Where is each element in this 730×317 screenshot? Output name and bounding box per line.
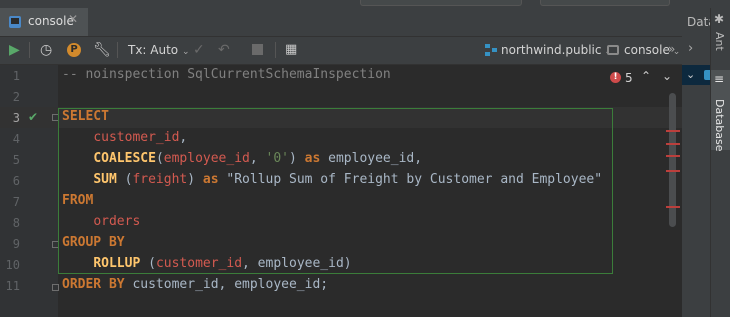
table-identifier: orders <box>93 214 141 229</box>
line-number: 6 <box>12 174 20 188</box>
code-line-1: -- noinspection SqlCurrentSchemaInspecti… <box>62 67 391 82</box>
error-stripe-marker[interactable] <box>666 143 680 145</box>
keyword-as: as <box>202 172 219 187</box>
line-number: 8 <box>12 216 20 230</box>
code-line-3: SELECT <box>62 109 109 124</box>
navigation-field[interactable] <box>360 0 522 6</box>
history-icon[interactable]: ◷ <box>40 42 52 58</box>
punctuation: ( <box>155 151 164 166</box>
line-number: 3 <box>12 111 20 125</box>
statement-executed-check-icon: ✔ <box>28 110 39 124</box>
tab-close-icon[interactable]: ✕ <box>68 12 78 26</box>
chevron-down-icon: ⌄ <box>181 47 190 57</box>
code-line-11: ORDER BY customer_id, employee_id; <box>62 277 328 292</box>
inspection-count[interactable]: 5 <box>625 71 633 85</box>
toolbar-divider <box>275 42 276 58</box>
string-literal: '0' <box>265 151 289 166</box>
more-actions-icon[interactable]: » <box>668 42 675 56</box>
column-identifier: customer_id <box>93 130 180 145</box>
error-stripe-marker[interactable] <box>666 206 680 208</box>
editor-tab-bar <box>0 8 682 37</box>
toolbar-divider <box>117 42 118 58</box>
code-line-7: FROM <box>62 193 93 208</box>
code-line-9: GROUP BY <box>62 235 125 250</box>
transaction-mode-dropdown[interactable]: Tx: Auto ⌄ <box>128 43 190 57</box>
punctuation: , employee_id) <box>242 256 352 271</box>
schema-label: northwind.public <box>501 43 602 57</box>
stop-icon[interactable] <box>252 44 263 55</box>
tool-window-database[interactable]: Database <box>713 99 726 152</box>
line-number: 10 <box>5 258 20 272</box>
console-session-icon <box>607 45 619 55</box>
rollback-icon[interactable]: ↶ <box>218 42 230 58</box>
console-file-icon <box>9 16 21 28</box>
next-problem-icon[interactable]: ⌄ <box>662 69 672 83</box>
error-stripe-marker[interactable] <box>666 170 680 172</box>
code-line-5: COALESCE(employee_id, '0') as employee_i… <box>62 151 422 166</box>
error-stripe-marker[interactable] <box>666 130 680 132</box>
punctuation: , <box>179 130 188 145</box>
schema-selector[interactable]: northwind.public ⌄ <box>501 43 612 57</box>
code-line-8: orders <box>62 214 140 229</box>
column-identifier: customer_id <box>155 256 243 271</box>
schema-icon <box>485 44 497 56</box>
function-coalesce: COALESCE <box>93 151 156 166</box>
keyword-order-by: ORDER BY <box>62 277 125 292</box>
error-stripe-marker[interactable] <box>666 155 680 157</box>
tab-label: console <box>28 14 74 28</box>
punctuation: ( <box>140 256 156 271</box>
order-columns: customer_id, employee_id; <box>124 277 329 292</box>
result-grid-icon[interactable]: ▦ <box>285 42 297 58</box>
line-number: 7 <box>12 195 20 209</box>
run-icon[interactable]: ▶ <box>9 42 20 58</box>
database-icon[interactable]: ≡ <box>714 72 724 86</box>
line-number: 2 <box>12 90 20 104</box>
commit-check-icon[interactable]: ✓ <box>193 42 205 58</box>
tx-mode-label: Tx: Auto <box>128 43 179 57</box>
profile-icon[interactable]: P <box>67 43 81 57</box>
column-identifier: employee_id <box>163 151 250 166</box>
line-number: 11 <box>5 279 20 293</box>
keyword-from: FROM <box>62 193 94 208</box>
keyword-as: as <box>304 151 321 166</box>
punctuation: ) <box>289 151 305 166</box>
toolbar-divider <box>29 42 30 58</box>
line-number: 4 <box>12 132 20 146</box>
panel-expand-icon[interactable]: › <box>688 41 693 56</box>
error-icon[interactable]: ! <box>610 72 621 83</box>
settings-wrench-icon[interactable]: 🔧︎ <box>93 42 111 58</box>
tool-window-ant[interactable]: Ant <box>713 32 726 51</box>
code-line-10: ROLLUP (customer_id, employee_id) <box>62 256 352 271</box>
run-config-field[interactable] <box>540 0 670 6</box>
code-line-6: SUM (freight) as "Rollup Sum of Freight … <box>62 172 602 187</box>
ant-icon[interactable]: ✱ <box>714 12 724 26</box>
database-panel-toolbar <box>682 36 710 64</box>
alias-text: "Rollup Sum of Freight by Customer and E… <box>218 172 603 187</box>
punctuation: ( <box>116 172 133 187</box>
session-label: console <box>624 43 670 57</box>
code-line-4: customer_id, <box>62 130 187 145</box>
column-identifier: freight <box>132 172 188 187</box>
keyword-select: SELECT <box>62 109 109 124</box>
line-number: 1 <box>12 69 20 83</box>
line-number: 9 <box>12 237 20 251</box>
keyword-group-by: GROUP BY <box>62 235 125 250</box>
previous-problem-icon[interactable]: ⌃ <box>641 69 651 83</box>
alias-text: employee_id, <box>320 151 423 166</box>
fold-toggle-icon[interactable] <box>52 284 59 291</box>
punctuation: , <box>249 151 266 166</box>
function-rollup: ROLLUP <box>93 256 141 271</box>
punctuation: ) <box>187 172 203 187</box>
tree-chevron-down-icon[interactable]: ⌄ <box>686 68 695 81</box>
function-sum: SUM <box>93 172 117 187</box>
comment-text: -- noinspection SqlCurrentSchemaInspecti… <box>62 67 391 82</box>
right-tool-strip <box>710 8 730 317</box>
line-number: 5 <box>12 153 20 167</box>
